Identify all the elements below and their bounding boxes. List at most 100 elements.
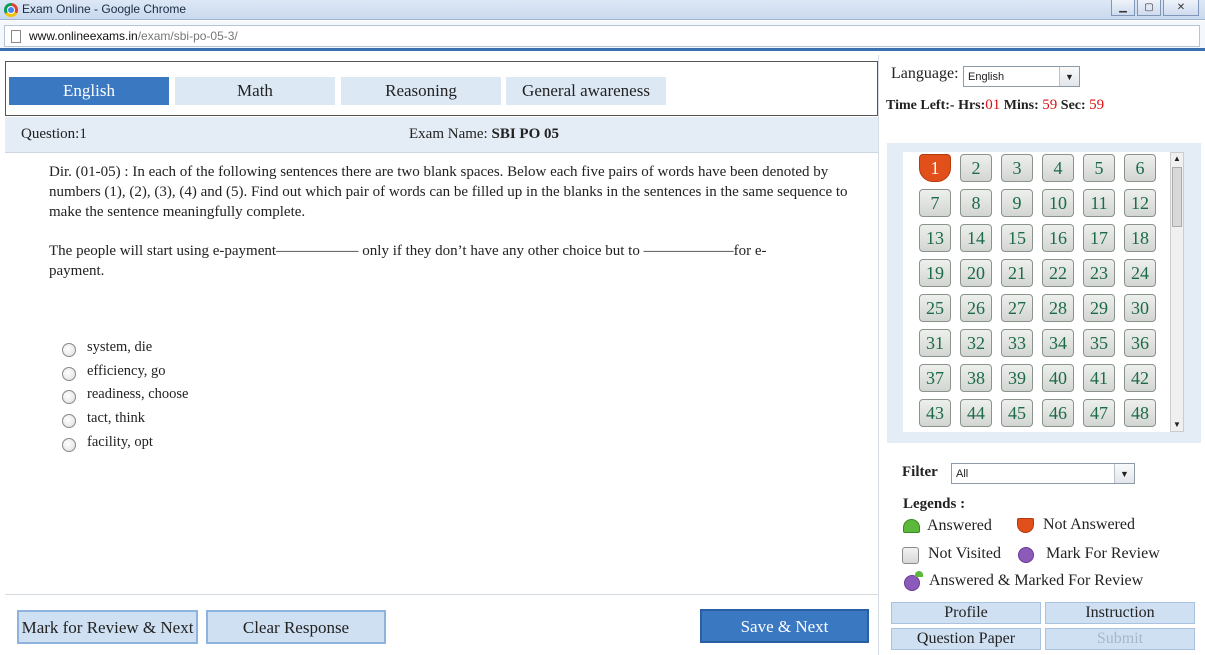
tab-english[interactable]: English — [9, 77, 169, 105]
palette-question-button[interactable]: 35 — [1083, 329, 1115, 357]
palette-question-button[interactable]: 11 — [1083, 189, 1115, 217]
scroll-thumb[interactable] — [1172, 167, 1182, 227]
option-label: tact, think — [87, 410, 145, 427]
question-number: Question:1 — [21, 126, 87, 142]
minimize-icon[interactable]: ▁ — [1111, 0, 1135, 16]
palette-question-button[interactable]: 22 — [1042, 259, 1074, 287]
palette-question-button[interactable]: 9 — [1001, 189, 1033, 217]
palette-question-button[interactable]: 23 — [1083, 259, 1115, 287]
palette-question-button[interactable]: 47 — [1083, 399, 1115, 427]
mark-review-next-button[interactable]: Mark for Review & Next — [17, 610, 198, 644]
radio-button[interactable] — [62, 437, 76, 452]
palette-question-button[interactable]: 19 — [919, 259, 951, 287]
palette-question-button[interactable]: 40 — [1042, 364, 1074, 392]
legend-label: Not Answered — [1043, 516, 1135, 533]
palette-question-button[interactable]: 16 — [1042, 224, 1074, 252]
palette-question-button[interactable]: 32 — [960, 329, 992, 357]
time-left-label: Time Left:- — [886, 98, 955, 113]
palette-question-button[interactable]: 38 — [960, 364, 992, 392]
palette-question-button[interactable]: 18 — [1124, 224, 1156, 252]
submit-button[interactable]: Submit — [1045, 628, 1195, 650]
palette-question-button[interactable]: 42 — [1124, 364, 1156, 392]
palette-question-button[interactable]: 20 — [960, 259, 992, 287]
palette-question-button[interactable]: 24 — [1124, 259, 1156, 287]
hrs-value: 01 — [985, 97, 1001, 113]
hrs-label: Hrs: — [958, 98, 986, 113]
question-header: Question:1 Exam Name: SBI PO 05 — [5, 117, 878, 153]
legend-label: Answered — [927, 517, 992, 534]
palette-question-button[interactable]: 36 — [1124, 329, 1156, 357]
palette-question-button[interactable]: 4 — [1042, 154, 1074, 182]
palette-question-button[interactable]: 48 — [1124, 399, 1156, 427]
palette-question-button[interactable]: 33 — [1001, 329, 1033, 357]
radio-button[interactable] — [62, 390, 76, 405]
maximize-icon[interactable]: ▢ — [1137, 0, 1161, 16]
palette-question-button[interactable]: 34 — [1042, 329, 1074, 357]
divider — [5, 594, 878, 595]
palette-question-button[interactable]: 2 — [960, 154, 992, 182]
filter-select[interactable]: All ▼ — [951, 463, 1135, 484]
palette-question-button[interactable]: 39 — [1001, 364, 1033, 392]
palette-question-button[interactable]: 12 — [1124, 189, 1156, 217]
profile-button[interactable]: Profile — [891, 602, 1041, 624]
scroll-down-icon[interactable]: ▼ — [1171, 419, 1183, 431]
palette-question-button[interactable]: 29 — [1083, 294, 1115, 322]
chevron-down-icon: ▼ — [1114, 464, 1134, 483]
filter-selected: All — [956, 468, 969, 480]
close-icon[interactable]: ✕ — [1163, 0, 1199, 16]
exam-name: Exam Name: SBI PO 05 — [409, 126, 559, 143]
scroll-up-icon[interactable]: ▲ — [1171, 153, 1183, 165]
time-left: Time Left:- Hrs:01 Mins: 59 Sec: 59 — [886, 97, 1104, 114]
palette-question-button[interactable]: 41 — [1083, 364, 1115, 392]
exam-name-label: Exam Name: — [409, 126, 488, 142]
option-label: system, die — [87, 339, 153, 355]
radio-button[interactable] — [62, 414, 76, 429]
palette-question-button[interactable]: 5 — [1083, 154, 1115, 182]
legends-title: Legends : — [903, 496, 966, 512]
legend-label: Mark For Review — [1046, 545, 1160, 562]
palette-question-button[interactable]: 21 — [1001, 259, 1033, 287]
palette-question-button[interactable]: 3 — [1001, 154, 1033, 182]
question-sentence: The people will start using e-payment———… — [49, 243, 767, 279]
palette-question-button[interactable]: 10 — [1042, 189, 1074, 217]
palette-question-button[interactable]: 15 — [1001, 224, 1033, 252]
clear-response-button[interactable]: Clear Response — [206, 610, 386, 644]
save-next-button[interactable]: Save & Next — [700, 609, 869, 643]
radio-button[interactable] — [62, 366, 76, 381]
palette-question-button[interactable]: 13 — [919, 224, 951, 252]
chevron-down-icon: ▼ — [1059, 67, 1079, 86]
radio-button[interactable] — [62, 343, 76, 357]
question-paper-button[interactable]: Question Paper — [891, 628, 1041, 650]
url-field[interactable]: www.onlineexams.in/exam/sbi-po-05-3/ — [4, 25, 1200, 47]
url-text: www.onlineexams.in/exam/sbi-po-05-3/ — [29, 29, 238, 43]
palette-question-button[interactable]: 45 — [1001, 399, 1033, 427]
palette-question-button[interactable]: 27 — [1001, 294, 1033, 322]
palette-question-button[interactable]: 8 — [960, 189, 992, 217]
legend-label: Answered & Marked For Review — [929, 572, 1144, 589]
palette-question-button[interactable]: 30 — [1124, 294, 1156, 322]
filter-label: Filter — [902, 464, 938, 480]
palette-question-button[interactable]: 43 — [919, 399, 951, 427]
palette-question-button[interactable]: 28 — [1042, 294, 1074, 322]
instruction-button[interactable]: Instruction — [1045, 602, 1195, 624]
palette-question-button[interactable]: 46 — [1042, 399, 1074, 427]
palette-question-button[interactable]: 14 — [960, 224, 992, 252]
palette-question-button[interactable]: 6 — [1124, 154, 1156, 182]
question-palette: 1 2 3 4 5 6 7 8 9 10 11 12 13 14 15 16 17 18 19 20 21 22 23 24 2… — [903, 152, 1170, 432]
tab-math[interactable]: Math — [175, 77, 335, 105]
url-path: /exam/sbi-po-05-3/ — [137, 29, 238, 43]
option-label: readiness, choose — [87, 386, 189, 403]
tab-general-awareness[interactable]: General awareness — [506, 77, 666, 105]
tab-reasoning[interactable]: Reasoning — [341, 77, 501, 105]
palette-question-button[interactable]: 1 — [919, 154, 951, 182]
palette-question-button[interactable]: 44 — [960, 399, 992, 427]
palette-question-button[interactable]: 31 — [919, 329, 951, 357]
mark-review-icon — [1018, 547, 1034, 563]
palette-question-button[interactable]: 17 — [1083, 224, 1115, 252]
palette-question-button[interactable]: 25 — [919, 294, 951, 322]
palette-scrollbar[interactable]: ▲ ▼ — [1170, 152, 1184, 432]
palette-question-button[interactable]: 37 — [919, 364, 951, 392]
language-select[interactable]: English ▼ — [963, 66, 1080, 87]
palette-question-button[interactable]: 7 — [919, 189, 951, 217]
palette-question-button[interactable]: 26 — [960, 294, 992, 322]
